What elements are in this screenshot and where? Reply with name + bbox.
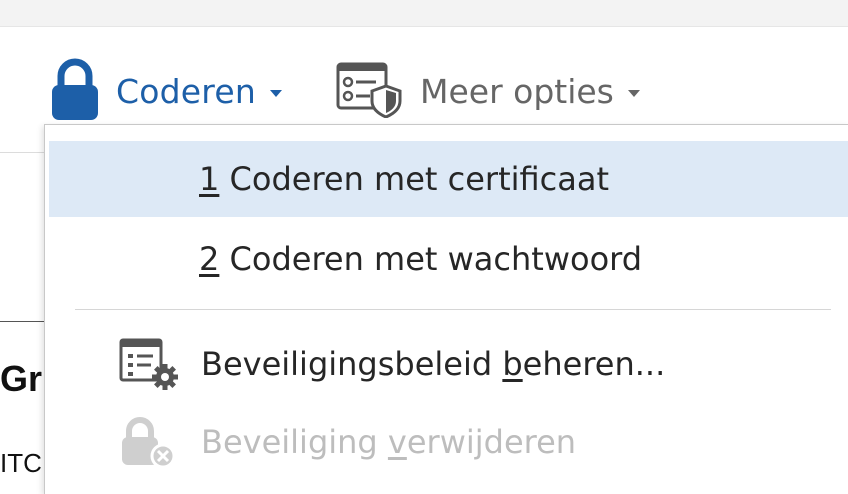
label-text: Coderen met wachtwoord [219,240,643,278]
access-key: b [502,345,523,383]
menu-item-encrypt-with-certificate[interactable]: 1 Coderen met certificaat [49,141,848,217]
more-options-label: Meer opties [420,71,614,111]
menu-item-label: 2 Coderen met wachtwoord [199,240,642,278]
document-heading: Gr [0,358,43,399]
top-strip [0,0,848,27]
menu-separator [75,309,831,310]
policy-shield-icon [336,60,404,122]
menu-item-manage-security-policy[interactable]: Beveiligingsbeleid beheren... [49,326,848,402]
document-rule [0,321,45,322]
access-key: 1 [199,160,220,198]
menu-item-label: Beveiliging verwijderen [201,423,576,461]
label-text: Coderen met certificaat [219,160,610,198]
ribbon-divider [0,152,45,153]
lock-icon [50,58,100,124]
menu-item-label: Beveiligingsbeleid beheren... [201,345,665,383]
document-text: ITC [0,448,42,478]
encrypt-dropdown-button[interactable]: Coderen [50,56,282,126]
label-text: Beveiligingsbeleid [201,345,503,383]
label-text: erwijderen [406,423,577,461]
remove-security-icon [119,416,179,472]
chevron-down-icon [627,89,640,97]
encrypt-dropdown-menu: 1 Coderen met certificaat 2 Coderen met … [44,124,848,494]
menu-item-label: 1 Coderen met certificaat [199,160,609,198]
label-text: eheren... [522,345,666,383]
label-text: Beveiliging [201,423,388,461]
chevron-down-icon [269,89,282,97]
access-key: v [387,423,407,461]
access-key: 2 [199,240,220,278]
more-options-dropdown-button[interactable]: Meer opties [336,56,640,126]
menu-item-remove-security: Beveiliging verwijderen [49,404,848,480]
menu-item-encrypt-with-password[interactable]: 2 Coderen met wachtwoord [49,221,848,297]
encrypt-button-label: Coderen [116,71,256,111]
security-policy-icon [119,338,179,394]
